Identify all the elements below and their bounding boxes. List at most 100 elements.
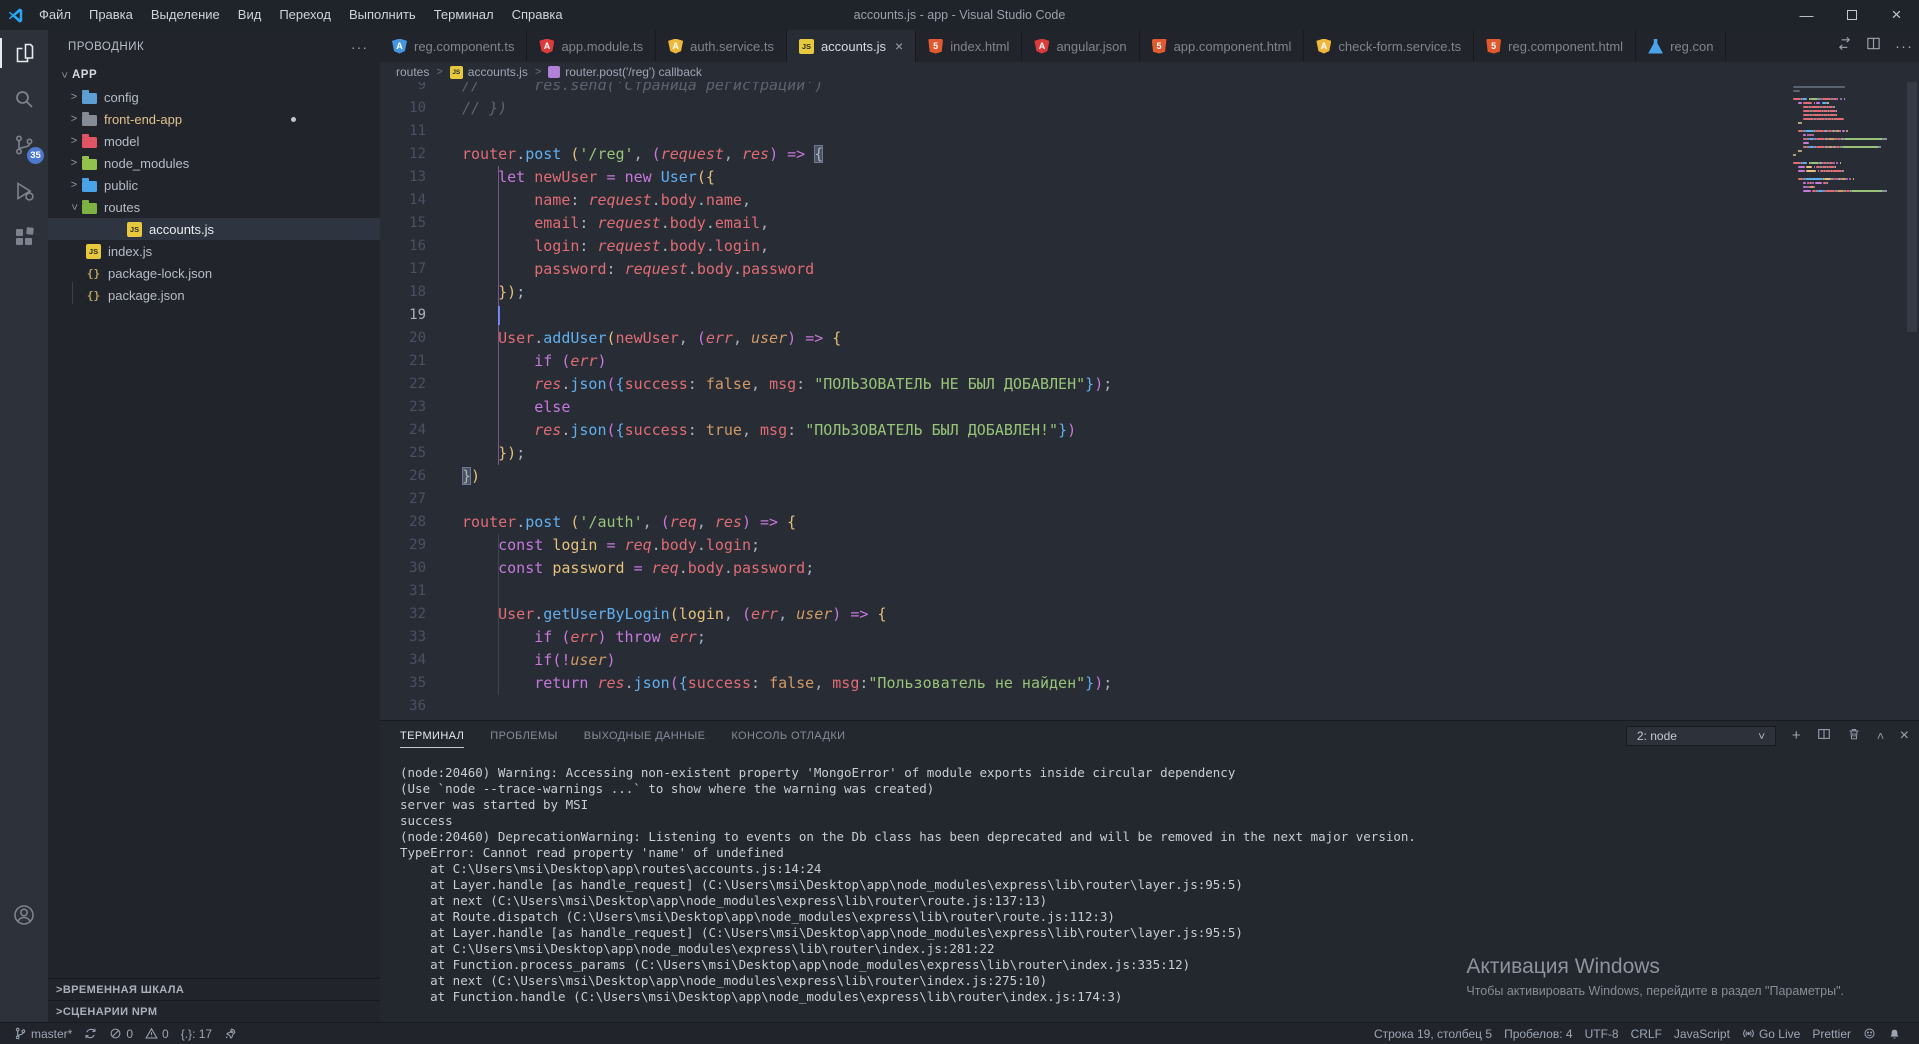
tab-reg-component-ts[interactable]: Areg.component.ts: [380, 30, 528, 62]
code-editor[interactable]: 9 // res.send('Страница регистрации') 10 //…: [380, 82, 1919, 750]
status-error-circle-icon[interactable]: 0: [103, 1023, 139, 1044]
section-timeline[interactable]: > ВРЕМЕННАЯ ШКАЛА: [48, 978, 380, 1000]
tab-index-html[interactable]: 5 index.html: [916, 30, 1023, 62]
maximize-panel-icon[interactable]: >: [1873, 732, 1887, 739]
code-line-10: 10 // }): [380, 97, 1919, 120]
tree-item-package-json[interactable]: {} package.json: [48, 284, 380, 306]
tab-label: index.html: [950, 38, 1010, 54]
split-editor-icon[interactable]: [1866, 36, 1881, 56]
line-content: const password = req.body.password;: [498, 559, 815, 577]
menu-item-0[interactable]: Файл: [30, 0, 80, 30]
minimize-icon[interactable]: —: [1784, 0, 1829, 30]
tab-auth-service-ts[interactable]: Aauth.service.ts: [656, 30, 787, 62]
breadcrumb-item[interactable]: routes: [396, 65, 429, 79]
tab-reg-component-html[interactable]: 5 reg.component.html: [1474, 30, 1637, 62]
status-bar: master* 0 0 {.}: 17 Строка 19, столбец 5 Про…: [0, 1022, 1919, 1044]
source-control-icon[interactable]: 35: [0, 122, 48, 168]
tab-reg-con[interactable]: reg.con: [1636, 30, 1727, 62]
tree-item-accounts-js[interactable]: JS accounts.js: [48, 218, 380, 240]
more-actions-icon[interactable]: ···: [1895, 38, 1913, 55]
menu-item-7[interactable]: Справка: [503, 0, 572, 30]
status-item-пробелов-4[interactable]: Пробелов: 4: [1498, 1023, 1579, 1044]
tab-app-module-ts[interactable]: Aapp.module.ts: [527, 30, 657, 62]
explorer-more-actions-icon[interactable]: ···: [351, 39, 368, 55]
minimap[interactable]: [1793, 86, 1903, 198]
panel-tab-консоль-отладки[interactable]: КОНСОЛЬ ОТЛАДКИ: [731, 724, 845, 748]
terminal-line-8: at next (C:\Users\msi\Desktop\app\node_m…: [400, 893, 1048, 908]
folder-icon: [82, 89, 97, 104]
extensions-icon[interactable]: [0, 214, 48, 260]
code-line-28: 28 router.post ('/auth', (req, res) => {: [380, 511, 1919, 534]
search-icon[interactable]: [0, 76, 48, 122]
status-sync-icon[interactable]: [78, 1023, 103, 1044]
tree-item-node-modules[interactable]: > node_modules: [48, 152, 380, 174]
symbol-method-icon: [548, 66, 561, 78]
breadcrumb-item[interactable]: accounts.js: [468, 65, 528, 79]
section-npm-scripts[interactable]: > СЦЕНАРИИ NPM: [48, 1000, 380, 1022]
tree-item-label: package-lock.json: [108, 265, 213, 281]
code-line-9: 9 // res.send('Страница регистрации'): [380, 82, 1919, 97]
status-rocket-icon[interactable]: [218, 1023, 243, 1044]
tree-item-front-end-app[interactable]: > front-end-app: [48, 108, 380, 130]
tab-close-icon[interactable]: ×: [895, 38, 903, 54]
files-icon[interactable]: [0, 30, 48, 76]
run-debug-icon[interactable]: [0, 168, 48, 214]
status-item--17[interactable]: {.}: 17: [175, 1023, 218, 1044]
status-bell-icon[interactable]: [1882, 1023, 1907, 1044]
status-item-javascript[interactable]: JavaScript: [1668, 1023, 1736, 1044]
tab-label: accounts.js: [820, 38, 886, 54]
chevron-right-icon: >: [56, 1005, 63, 1018]
panel-tab-выходные-данные[interactable]: ВЫХОДНЫЕ ДАННЫЕ: [584, 724, 706, 748]
tree-item-package-lock-json[interactable]: {} package-lock.json: [48, 262, 380, 284]
tab-app-component-html[interactable]: 5 app.component.html: [1139, 30, 1305, 62]
close-icon[interactable]: ×: [1874, 0, 1919, 30]
compare-arrows-icon[interactable]: [1837, 36, 1852, 56]
status-item-строка-19-столбец-5[interactable]: Строка 19, столбец 5: [1368, 1023, 1498, 1044]
kill-terminal-icon[interactable]: [1847, 727, 1861, 746]
restore-icon[interactable]: [1829, 0, 1874, 30]
indent-guide-active: [498, 166, 499, 465]
status-item-utf-8[interactable]: UTF-8: [1579, 1023, 1625, 1044]
close-panel-icon[interactable]: ×: [1900, 728, 1909, 744]
panel-tab-проблемы[interactable]: ПРОБЛЕМЫ: [490, 724, 557, 748]
editor-scrollbar[interactable]: [1905, 82, 1919, 750]
tree-item-config[interactable]: > config: [48, 86, 380, 108]
tree-root[interactable]: > APP: [48, 64, 380, 86]
windows-activation-watermark: Активация Windows Чтобы активировать Win…: [1466, 955, 1844, 998]
status-feedback-icon[interactable]: [1857, 1023, 1882, 1044]
status-git-branch-icon[interactable]: master*: [8, 1023, 78, 1044]
menu-item-1[interactable]: Правка: [80, 0, 142, 30]
ng-red-file-icon: A: [1034, 38, 1050, 54]
status-item-prettier[interactable]: Prettier: [1806, 1023, 1857, 1044]
panel-tab-терминал[interactable]: ТЕРМИНАЛ: [400, 724, 465, 748]
menu-item-5[interactable]: Выполнить: [340, 0, 425, 30]
code-line-14: 14 name: request.body.name,: [380, 189, 1919, 212]
ng-yellow-file-icon: A: [1316, 38, 1332, 54]
status-label: JavaScript: [1673, 1026, 1730, 1041]
menu-item-3[interactable]: Вид: [229, 0, 271, 30]
new-terminal-icon[interactable]: +: [1792, 728, 1801, 743]
tab-accounts-js[interactable]: JS accounts.js ×: [786, 30, 917, 62]
code-line-34: 34 if(!user): [380, 649, 1919, 672]
js-file-icon: JS: [127, 221, 142, 237]
menu-item-2[interactable]: Выделение: [142, 0, 229, 30]
menu-item-6[interactable]: Терминал: [425, 0, 503, 30]
line-number: 14: [409, 192, 426, 208]
explorer-header: ПРОВОДНИК: [68, 41, 145, 53]
tab-angular-json[interactable]: Aangular.json: [1022, 30, 1140, 62]
menu-item-4[interactable]: Переход: [270, 0, 340, 30]
terminal-shell-select[interactable]: 2: node >: [1625, 726, 1776, 746]
status-warning-triangle-icon[interactable]: 0: [139, 1023, 175, 1044]
tab-check-form-service-ts[interactable]: Acheck-form.service.ts: [1304, 30, 1475, 62]
breadcrumb-item[interactable]: router.post('/reg') callback: [565, 65, 702, 79]
tree-item-public[interactable]: > public: [48, 174, 380, 196]
account-icon[interactable]: [0, 892, 48, 938]
status-broadcast-icon[interactable]: Go Live: [1736, 1023, 1806, 1044]
status-item-crlf[interactable]: CRLF: [1625, 1023, 1668, 1044]
split-terminal-icon[interactable]: [1817, 727, 1831, 746]
tree-item-index-js[interactable]: JS index.js: [48, 240, 380, 262]
tree-item-model[interactable]: > model: [48, 130, 380, 152]
line-content: // }): [462, 99, 508, 117]
tab-label: reg.component.html: [1508, 38, 1624, 54]
tree-item-routes[interactable]: > routes: [48, 196, 380, 218]
